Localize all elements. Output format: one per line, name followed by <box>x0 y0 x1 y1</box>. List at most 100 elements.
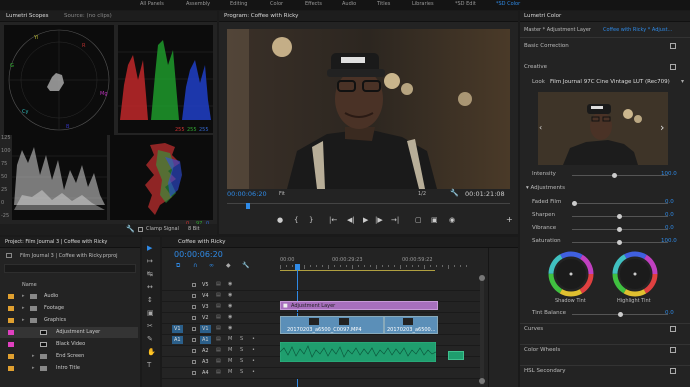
adjustment-slider[interactable] <box>572 214 668 219</box>
export-frame-icon[interactable]: ◉ <box>449 216 455 224</box>
lumetri-section-header[interactable]: Color Wheels <box>524 347 560 353</box>
eye-icon[interactable]: ◉ <box>228 292 232 298</box>
rate-stretch-icon[interactable]: ↕ <box>147 296 153 304</box>
adjustment-slider[interactable] <box>572 227 668 232</box>
label-color-swatch[interactable] <box>8 366 14 371</box>
slip-tool-icon[interactable]: ▣ <box>147 309 154 317</box>
lock-icon[interactable] <box>192 316 196 320</box>
eye-icon[interactable]: ◉ <box>228 325 232 331</box>
workspace-tab[interactable]: All Panels <box>140 1 164 7</box>
workspace-tab[interactable]: *SD Color <box>496 1 520 7</box>
workspace-tab[interactable]: Color <box>270 1 283 7</box>
snap-icon[interactable]: ∩ <box>193 262 197 269</box>
video-clip-2[interactable]: 20170203_a6500... <box>384 316 438 334</box>
section-checkbox[interactable] <box>670 347 676 353</box>
microphone-icon[interactable]: • <box>252 347 255 353</box>
microphone-icon[interactable]: • <box>252 336 255 342</box>
selection-tool-icon[interactable]: ▶ <box>147 244 152 252</box>
settings-wrench-icon[interactable]: 🔧 <box>450 189 459 197</box>
workspace-tab[interactable]: Libraries <box>412 1 434 7</box>
intensity-value[interactable]: 100.0 <box>661 171 677 177</box>
slider-knob[interactable] <box>617 240 622 245</box>
lock-icon[interactable] <box>192 338 196 342</box>
solo-button[interactable]: S <box>240 336 243 342</box>
disclosure-triangle-icon[interactable]: ▸ <box>22 317 25 323</box>
project-list-item[interactable]: Adjustment Layer <box>0 327 138 338</box>
eye-icon[interactable]: ◉ <box>228 303 232 309</box>
disclosure-triangle-icon[interactable]: ▸ <box>22 293 25 299</box>
hand-tool-icon[interactable]: ✋ <box>147 348 156 356</box>
project-list-item[interactable]: ▸ Intro Title <box>0 363 138 374</box>
slider-value[interactable]: 0.0 <box>665 212 674 218</box>
tint-balance-slider[interactable] <box>572 312 668 317</box>
lock-icon[interactable] <box>192 360 196 364</box>
work-area-bar[interactable] <box>280 270 435 271</box>
sync-lock-icon[interactable]: ▤ <box>216 369 221 375</box>
mute-button[interactable]: M <box>228 347 232 353</box>
label-color-swatch[interactable] <box>8 294 14 299</box>
tint-balance-slider-knob[interactable] <box>618 312 623 317</box>
sync-lock-icon[interactable]: ▤ <box>216 336 221 342</box>
workspace-tab[interactable]: Titles <box>377 1 390 7</box>
go-to-in-icon[interactable]: |← <box>329 216 337 224</box>
sync-lock-icon[interactable]: ▤ <box>216 358 221 364</box>
wrench-icon[interactable]: 🔧 <box>126 225 135 233</box>
lock-icon[interactable] <box>192 349 196 353</box>
mark-in-icon[interactable]: { <box>294 216 298 224</box>
eye-icon[interactable]: ◉ <box>228 281 232 287</box>
label-color-swatch[interactable] <box>8 318 14 323</box>
lumetri-color-title[interactable]: Lumetri Color <box>524 13 561 19</box>
solo-button[interactable]: S <box>240 358 243 364</box>
ripple-edit-icon[interactable]: ↹ <box>147 270 153 278</box>
slider-value[interactable]: 0.0 <box>665 199 674 205</box>
project-list-item[interactable]: ▸ End Screen <box>0 351 138 362</box>
marker-icon[interactable]: ◆ <box>226 262 231 269</box>
track-select-icon[interactable]: ↦ <box>147 257 153 265</box>
project-list-item[interactable]: ▸ Footage <box>0 303 138 314</box>
adjustment-slider[interactable] <box>572 240 668 245</box>
mute-button[interactable]: M <box>228 336 232 342</box>
track-target[interactable]: V2 <box>200 314 211 322</box>
sync-lock-icon[interactable]: ▤ <box>216 292 221 298</box>
lumetri-section-header[interactable]: Curves <box>524 326 543 332</box>
creative-section[interactable]: Creative <box>524 64 547 70</box>
add-marker-icon[interactable]: ● <box>277 216 283 224</box>
previous-look-icon[interactable]: ‹ <box>539 123 542 132</box>
workspace-tab[interactable]: *SD Edit <box>455 1 476 7</box>
lock-icon[interactable] <box>192 371 196 375</box>
master-clip-selector[interactable]: Master * Adjustment Layer <box>524 27 591 33</box>
microphone-icon[interactable]: • <box>252 358 255 364</box>
resolution-select[interactable]: 1/2 <box>418 191 426 197</box>
lumetri-section-header[interactable]: HSL Secondary <box>524 368 566 374</box>
play-icon[interactable]: ▶ <box>363 216 368 224</box>
disclosure-triangle-icon[interactable]: ▸ <box>32 365 35 371</box>
name-column-header[interactable]: Name <box>22 282 37 288</box>
nest-icon[interactable]: ⧉ <box>176 262 180 270</box>
slider-knob[interactable] <box>617 214 622 219</box>
clip-selector[interactable]: Coffee with Ricky * Adjust... <box>603 27 672 33</box>
clamp-checkbox[interactable] <box>138 227 143 232</box>
label-color-swatch[interactable] <box>8 306 14 311</box>
section-checkbox[interactable] <box>670 368 676 374</box>
sync-lock-icon[interactable]: ▤ <box>216 347 221 353</box>
next-look-icon[interactable]: › <box>660 121 664 134</box>
track-target[interactable]: A1 <box>200 336 211 344</box>
disclosure-triangle-icon[interactable]: ▸ <box>22 305 25 311</box>
project-panel-title[interactable]: Project: Film Journal 3 | Coffee with Ri… <box>5 239 107 245</box>
settings-wrench-icon[interactable]: 🔧 <box>242 262 249 269</box>
solo-button[interactable]: S <box>240 369 243 375</box>
section-checkbox[interactable] <box>670 326 676 332</box>
step-forward-icon[interactable]: |▶ <box>375 216 383 224</box>
basic-correction-checkbox[interactable] <box>670 43 676 49</box>
tab-source[interactable]: Source: (no clips) <box>64 13 112 19</box>
insert-icon[interactable]: ▢ <box>415 216 422 224</box>
playhead-scrubber[interactable] <box>227 203 510 209</box>
mark-out-icon[interactable]: } <box>309 216 313 224</box>
label-color-swatch[interactable] <box>8 354 14 359</box>
workspace-tab[interactable]: Effects <box>305 1 322 7</box>
playhead-marker[interactable] <box>246 203 250 209</box>
step-back-icon[interactable]: ◀| <box>347 216 355 224</box>
slider-knob[interactable] <box>617 227 622 232</box>
project-list-item[interactable]: ▸ Audio <box>0 291 138 302</box>
workspace-tab[interactable]: Assembly <box>186 1 210 7</box>
